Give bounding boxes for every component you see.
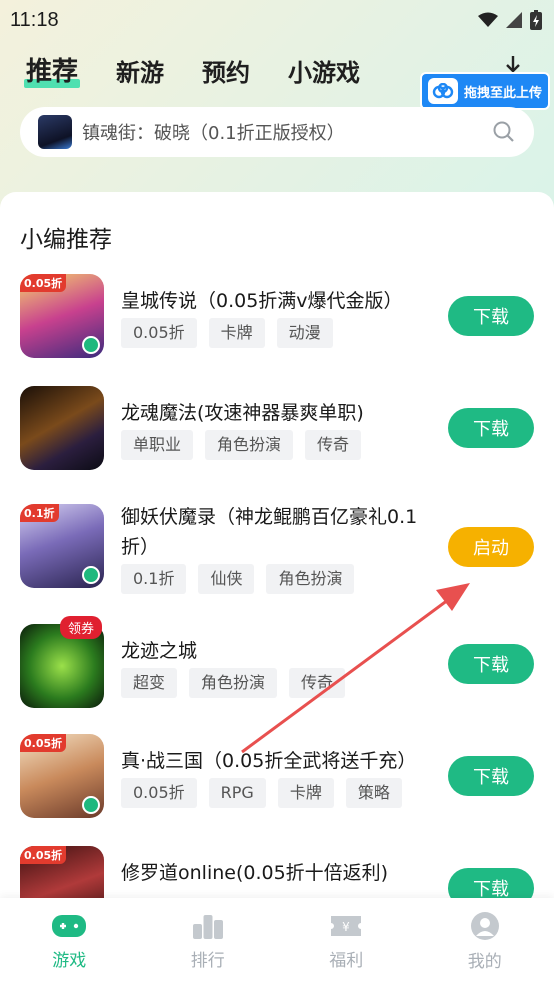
nav-label: 我的: [467, 951, 502, 972]
wifi-icon: [478, 12, 498, 27]
tag: 策略: [345, 778, 402, 808]
tag: 仙侠: [198, 564, 255, 594]
nav-welfare[interactable]: ¥ 福利: [301, 912, 391, 971]
tag: 传奇: [289, 668, 346, 698]
game-item[interactable]: 0.05折 真·战三国（0.05折全武将送千充） 0.05折 RPG 卡牌 策略…: [0, 734, 554, 846]
game-icon[interactable]: 0.05折: [20, 734, 104, 818]
tag: 0.05折: [121, 778, 197, 808]
ranking-icon: [192, 914, 223, 939]
signal-icon: [506, 12, 522, 28]
battery-icon: [530, 10, 542, 30]
download-button[interactable]: 下载: [448, 408, 534, 448]
tag: 动漫: [276, 318, 333, 348]
game-icon[interactable]: [20, 386, 104, 470]
content-card: 小编推荐 0.05折 皇城传说（0.05折满v爆代金版） 0.05折 卡牌 动漫…: [0, 192, 554, 984]
tag: 0.1折: [121, 564, 187, 594]
game-item[interactable]: 领券 龙迹之城 超变 角色扮演 传奇 下载: [0, 616, 554, 736]
tag: 角色扮演: [205, 430, 294, 460]
status-icons: [478, 10, 542, 30]
game-name[interactable]: 真·战三国（0.05折全武将送千充）: [121, 746, 431, 776]
tag-list: 超变 角色扮演 传奇: [121, 668, 346, 698]
game-item[interactable]: 龙魂魔法(攻速神器暴爽单职) 单职业 角色扮演 传奇 下载: [0, 386, 554, 498]
search-bar[interactable]: 镇魂街：破晓（0.1折正版授权）: [20, 107, 534, 157]
tag-list: 单职业 角色扮演 传奇: [121, 430, 362, 460]
tag: 超变: [121, 668, 178, 698]
game-item[interactable]: 0.05折 皇城传说（0.05折满v爆代金版） 0.05折 卡牌 动漫 下载: [0, 274, 554, 386]
section-title: 小编推荐: [20, 227, 112, 253]
verified-icon: [82, 336, 100, 354]
status-time: 11:18: [10, 8, 59, 31]
nav-label: 游戏: [52, 950, 87, 971]
discount-corner: 0.05折: [20, 846, 67, 864]
nav-profile[interactable]: 我的: [440, 911, 530, 972]
launch-button[interactable]: 启动: [448, 527, 534, 567]
tag: 角色扮演: [266, 564, 355, 594]
upload-drop-badge[interactable]: 拖拽至此上传: [420, 72, 550, 110]
coupon-badge: 领券: [60, 616, 103, 639]
game-icon[interactable]: 0.1折: [20, 504, 104, 588]
search-icon[interactable]: [492, 120, 516, 144]
tab-recommend[interactable]: 推荐: [23, 51, 81, 92]
tab-mini-games[interactable]: 小游戏: [288, 53, 360, 92]
download-button[interactable]: 下载: [448, 756, 534, 796]
verified-icon: [82, 796, 100, 814]
svg-text:¥: ¥: [342, 920, 350, 934]
user-icon: [470, 911, 499, 940]
tag: 传奇: [305, 430, 362, 460]
download-button[interactable]: 下载: [448, 296, 534, 336]
tab-new-games[interactable]: 新游: [116, 53, 164, 92]
discount-corner: 0.05折: [20, 274, 67, 292]
tag: 单职业: [121, 430, 194, 460]
search-game-thumbnail: [38, 115, 72, 149]
game-name[interactable]: 御妖伏魔录（神龙鲲鹏百亿豪礼0.1折）: [121, 502, 431, 562]
download-button[interactable]: 下载: [448, 644, 534, 684]
nav-games[interactable]: 游戏: [24, 912, 114, 971]
tag-list: 0.05折 卡牌 动漫: [121, 318, 333, 348]
cloud-icon: [428, 78, 458, 104]
gamepad-icon: [52, 914, 87, 937]
game-item[interactable]: 0.1折 御妖伏魔录（神龙鲲鹏百亿豪礼0.1折） 0.1折 仙侠 角色扮演 启动: [0, 504, 554, 614]
tag: 0.05折: [121, 318, 197, 348]
tag-list: 0.05折 RPG 卡牌 策略: [121, 778, 402, 808]
bottom-nav: 游戏 排行 ¥ 福利 我的: [0, 898, 554, 984]
upload-label: 拖拽至此上传: [463, 85, 542, 101]
tag: RPG: [208, 778, 266, 808]
nav-label: 福利: [329, 950, 364, 971]
top-tabs: 推荐 新游 预约 小游戏: [23, 51, 360, 92]
nav-ranking[interactable]: 排行: [163, 912, 253, 971]
status-bar: 11:18: [0, 0, 554, 40]
game-name[interactable]: 龙迹之城: [121, 636, 431, 666]
tag: 角色扮演: [189, 668, 278, 698]
game-name[interactable]: 皇城传说（0.05折满v爆代金版）: [121, 286, 431, 316]
verified-icon: [82, 566, 100, 584]
tag: 卡牌: [277, 778, 334, 808]
tag: 卡牌: [208, 318, 265, 348]
discount-corner: 0.1折: [20, 504, 59, 522]
tag-list: 0.1折 仙侠 角色扮演: [121, 564, 355, 594]
game-name[interactable]: 龙魂魔法(攻速神器暴爽单职): [121, 398, 431, 428]
nav-label: 排行: [190, 950, 225, 971]
search-placeholder: 镇魂街：破晓（0.1折正版授权）: [82, 123, 345, 144]
tab-reservation[interactable]: 预约: [202, 53, 250, 92]
ticket-icon: ¥: [331, 915, 362, 936]
discount-corner: 0.05折: [20, 734, 67, 752]
game-icon[interactable]: 0.05折: [20, 274, 104, 358]
game-name[interactable]: 修罗道online(0.05折十倍返利): [121, 858, 431, 888]
